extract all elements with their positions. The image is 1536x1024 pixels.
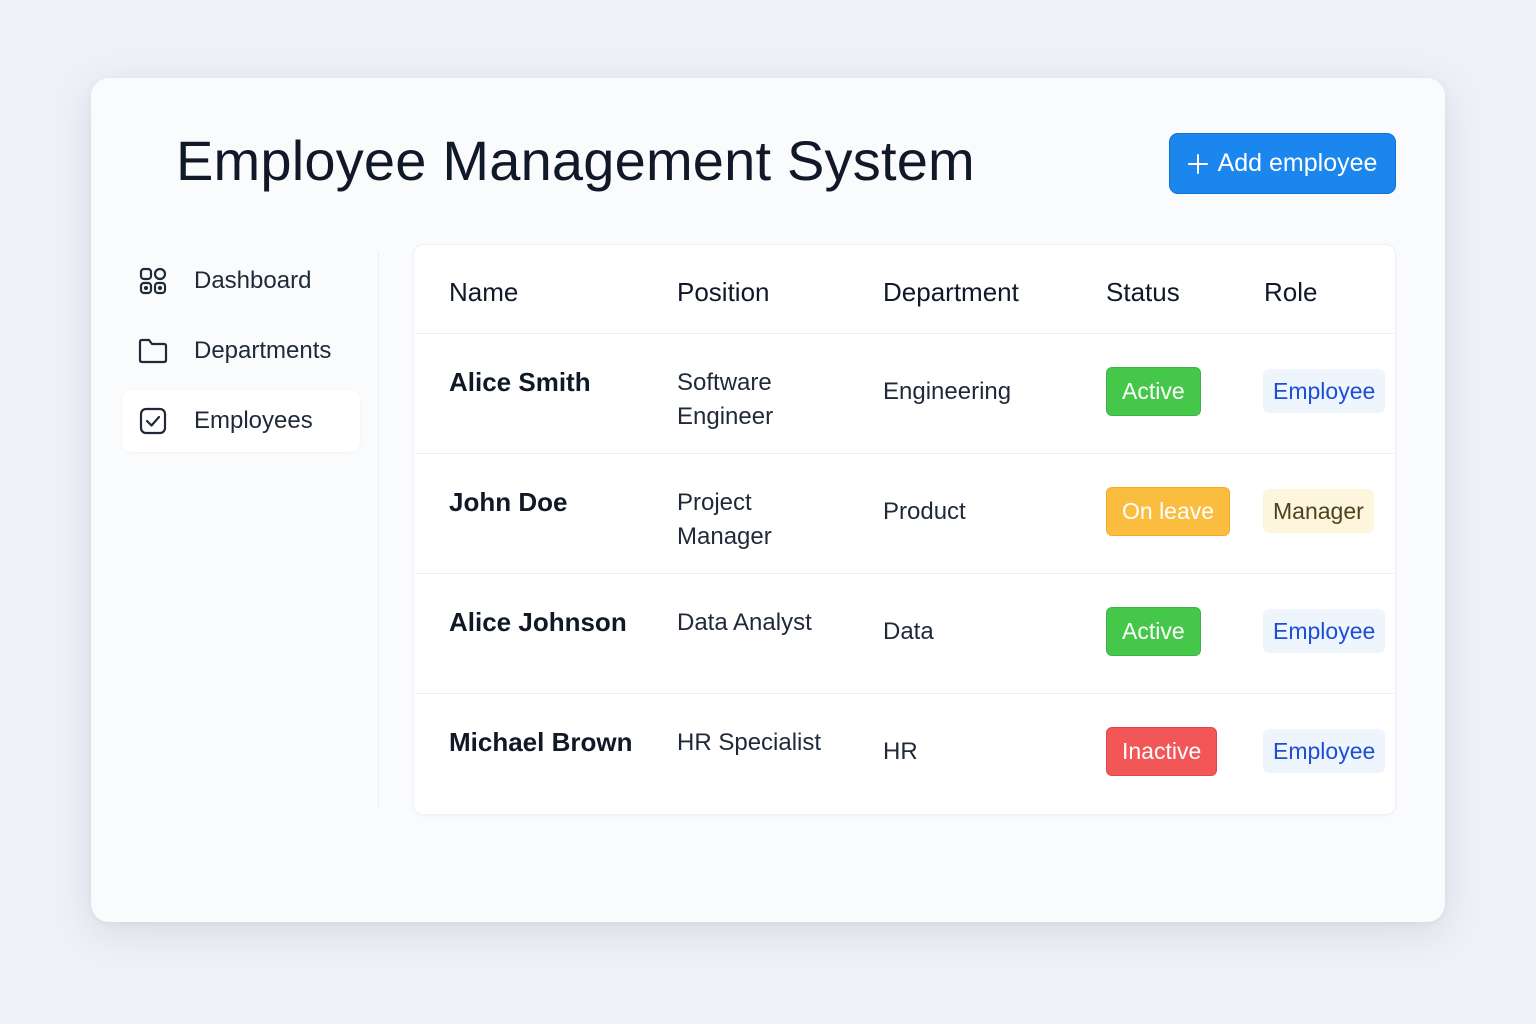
- role-badge: Employee: [1263, 369, 1386, 413]
- employee-table: Name Position Department Status Role Ali…: [413, 244, 1396, 815]
- employee-department: Product: [883, 498, 966, 525]
- status-badge: Inactive: [1106, 727, 1218, 776]
- column-header-department[interactable]: Department: [883, 277, 1019, 308]
- table-row[interactable]: Michael Brown HR Specialist HR Inactive …: [414, 694, 1395, 814]
- sidebar-item-departments[interactable]: Departments: [122, 320, 360, 382]
- employee-department: Data: [883, 618, 934, 645]
- column-header-role[interactable]: Role: [1264, 277, 1317, 308]
- table-row[interactable]: John Doe Project Manager Product On leav…: [414, 454, 1395, 574]
- employee-department: Engineering: [883, 378, 1012, 405]
- employee-position: Project Manager: [677, 489, 772, 550]
- employee-name[interactable]: John Doe: [449, 487, 567, 518]
- folder-icon: [138, 336, 168, 366]
- table-row[interactable]: Alice Johnson Data Analyst Data Active E…: [414, 574, 1395, 694]
- status-badge: Active: [1106, 367, 1201, 416]
- employee-department: HR: [883, 738, 918, 765]
- checkbox-icon: [138, 406, 168, 436]
- sidebar-item-dashboard[interactable]: Dashboard: [122, 250, 360, 312]
- employee-name[interactable]: Alice Smith: [449, 367, 591, 398]
- add-employee-button[interactable]: Add employee: [1169, 133, 1396, 194]
- sidebar-item-employees[interactable]: Employees: [122, 390, 360, 452]
- grid-icon: [138, 266, 168, 296]
- sidebar-divider: [378, 252, 379, 808]
- sidebar-item-label: Departments: [194, 337, 332, 364]
- employee-position: Data Analyst: [677, 609, 812, 636]
- employee-position: Software Engineer: [677, 369, 774, 430]
- page-title: Employee Management System: [176, 129, 975, 192]
- employee-name[interactable]: Michael Brown: [449, 727, 632, 758]
- table-header: Name Position Department Status Role: [414, 245, 1395, 334]
- status-badge: On leave: [1106, 487, 1231, 536]
- sidebar: Dashboard Departments Employees: [122, 250, 360, 460]
- column-header-name[interactable]: Name: [449, 277, 518, 308]
- column-header-status[interactable]: Status: [1106, 277, 1180, 308]
- employee-position: HR Specialist: [677, 729, 822, 756]
- plus-icon: [1187, 153, 1208, 174]
- add-employee-label: Add employee: [1217, 149, 1378, 177]
- role-badge: Employee: [1263, 609, 1386, 653]
- sidebar-item-label: Employees: [194, 407, 313, 434]
- status-badge: Active: [1106, 607, 1201, 656]
- table-row[interactable]: Alice Smith Software Engineer Engineerin…: [414, 334, 1395, 454]
- sidebar-item-label: Dashboard: [194, 267, 312, 294]
- role-badge: Employee: [1263, 729, 1386, 773]
- role-badge: Manager: [1263, 489, 1374, 533]
- column-header-position[interactable]: Position: [677, 277, 770, 308]
- employee-name[interactable]: Alice Johnson: [449, 607, 627, 638]
- main-panel: Employee Management System Add employee …: [91, 78, 1445, 922]
